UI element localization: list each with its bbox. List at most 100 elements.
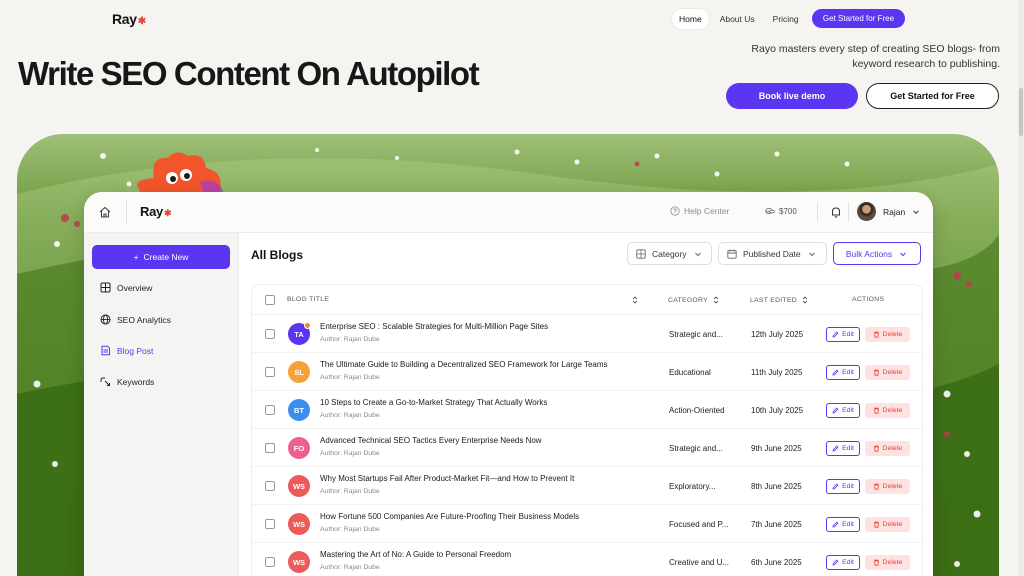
row-checkbox[interactable] [265, 443, 275, 453]
plus-icon: + [133, 252, 139, 262]
delete-button[interactable]: Delete [865, 517, 910, 532]
nav-links: Home About Us Pricing [672, 9, 806, 29]
table-row[interactable]: WS Why Most Startups Fail After Product-M… [252, 467, 922, 505]
published-date-filter[interactable]: Published Date [718, 242, 827, 265]
create-new-button[interactable]: + Create New [92, 245, 230, 269]
author-avatar: BT [288, 399, 310, 421]
row-checkbox[interactable] [265, 329, 275, 339]
table-row[interactable]: WS Mastering the Art of No: A Guide to Pe… [252, 543, 922, 576]
blog-title[interactable]: 10 Steps to Create a Go-to-Market Strate… [320, 398, 547, 407]
blog-author: Author: Rajan Dube [320, 374, 380, 381]
bell-icon[interactable] [828, 204, 844, 220]
delete-button[interactable]: Delete [865, 365, 910, 380]
table-row[interactable]: FO Advanced Technical SEO Tactics Every E… [252, 429, 922, 467]
blog-title[interactable]: How Fortune 500 Companies Are Future-Pro… [320, 512, 579, 521]
header-separator [817, 202, 818, 222]
credits-value: $700 [779, 206, 797, 216]
table-row[interactable]: WS How Fortune 500 Companies Are Future-P… [252, 505, 922, 543]
edit-button[interactable]: Edit [826, 479, 860, 494]
edit-button[interactable]: Edit [826, 517, 860, 532]
scrollbar-thumb[interactable] [1019, 88, 1023, 136]
main-content: All Blogs Category Published Date Bulk A… [239, 233, 933, 576]
edit-button[interactable]: Edit [826, 441, 860, 456]
site-logo[interactable]: Ray✱ [112, 11, 146, 27]
blog-author: Author: Rajan Dube [320, 488, 380, 495]
delete-button[interactable]: Delete [865, 441, 910, 456]
header-separator [848, 202, 849, 222]
published-date-label: Published Date [743, 248, 801, 259]
delete-button[interactable]: Delete [865, 327, 910, 342]
bulk-actions-dropdown[interactable]: Bulk Actions [833, 242, 921, 265]
delete-label: Delete [882, 369, 903, 376]
sidebar-item-seo-analytics[interactable]: SEO Analytics [100, 314, 171, 325]
pencil-icon [832, 445, 839, 452]
pencil-icon [832, 331, 839, 338]
delete-button[interactable]: Delete [865, 479, 910, 494]
edit-button[interactable]: Edit [826, 403, 860, 418]
sidebar-item-blog-post[interactable]: Blog Post [100, 345, 153, 356]
credits-balance[interactable]: $700 [765, 206, 797, 216]
blog-author: Author: Rajan Dube [320, 412, 380, 419]
table-row[interactable]: TA Enterprise SEO : Scalable Strategies f… [252, 315, 922, 353]
user-avatar[interactable] [857, 202, 876, 221]
sidebar-item-keywords[interactable]: Keywords [100, 376, 154, 387]
delete-button[interactable]: Delete [865, 403, 910, 418]
chevron-down-icon[interactable] [912, 208, 920, 216]
page-scrollbar[interactable] [1018, 0, 1024, 576]
trash-icon [873, 445, 879, 452]
edit-button[interactable]: Edit [826, 555, 860, 570]
app-logo[interactable]: Ray✱ [140, 204, 172, 219]
select-all-checkbox[interactable] [265, 295, 275, 305]
pencil-icon [832, 521, 839, 528]
home-icon[interactable] [98, 205, 112, 219]
trash-icon [873, 483, 879, 490]
header-last-edited[interactable]: LAST EDITED [750, 296, 808, 304]
pencil-icon [832, 369, 839, 376]
sidebar-item-label: Overview [117, 282, 153, 293]
edit-label: Edit [842, 407, 854, 414]
table-row[interactable]: SL The Ultimate Guide to Building a Decen… [252, 353, 922, 391]
table-row[interactable]: BT 10 Steps to Create a Go-to-Market Stra… [252, 391, 922, 429]
row-checkbox[interactable] [265, 557, 275, 567]
nav-link-home[interactable]: Home [672, 9, 709, 29]
blog-category: Strategic and... [669, 444, 723, 453]
help-icon [670, 206, 680, 216]
sidebar-item-label: SEO Analytics [117, 314, 171, 325]
edit-button[interactable]: Edit [826, 327, 860, 342]
category-icon [636, 248, 646, 259]
blog-title[interactable]: Mastering the Art of No: A Guide to Pers… [320, 550, 511, 559]
book-demo-button[interactable]: Book live demo [726, 83, 858, 109]
delete-button[interactable]: Delete [865, 555, 910, 570]
blog-category: Exploratory... [669, 482, 716, 491]
delete-label: Delete [882, 521, 903, 528]
trash-icon [873, 407, 879, 414]
row-checkbox[interactable] [265, 519, 275, 529]
page-title: All Blogs [251, 248, 304, 262]
nav-link-pricing[interactable]: Pricing [766, 9, 806, 29]
blog-title[interactable]: Enterprise SEO : Scalable Strategies for… [320, 322, 548, 331]
help-center-link[interactable]: Help Center [670, 206, 729, 216]
sort-icon [802, 296, 808, 304]
row-checkbox[interactable] [265, 367, 275, 377]
logo-mark-icon: ✱ [137, 16, 146, 27]
blog-title[interactable]: Advanced Technical SEO Tactics Every Ent… [320, 436, 542, 445]
author-avatar: FO [288, 437, 310, 459]
row-checkbox[interactable] [265, 481, 275, 491]
document-icon [101, 345, 110, 356]
sidebar-item-overview[interactable]: Overview [100, 282, 152, 293]
blog-title[interactable]: The Ultimate Guide to Building a Decentr… [320, 360, 608, 369]
row-checkbox[interactable] [265, 405, 275, 415]
get-started-button[interactable]: Get Started for Free [866, 83, 999, 109]
nav-link-about[interactable]: About Us [713, 9, 762, 29]
header-category[interactable]: CATEGORY [668, 296, 719, 304]
trash-icon [873, 369, 879, 376]
edit-button[interactable]: Edit [826, 365, 860, 380]
sort-icon[interactable] [632, 296, 638, 304]
user-name[interactable]: Rajan [883, 207, 905, 217]
category-filter-label: Category [652, 248, 687, 259]
category-filter[interactable]: Category [627, 242, 712, 265]
top-nav: Ray✱ Home About Us Pricing Get Started f… [0, 0, 1024, 36]
pencil-icon [832, 559, 839, 566]
nav-get-started-button[interactable]: Get Started for Free [812, 9, 905, 28]
blog-title[interactable]: Why Most Startups Fail After Product-Mar… [320, 474, 574, 483]
